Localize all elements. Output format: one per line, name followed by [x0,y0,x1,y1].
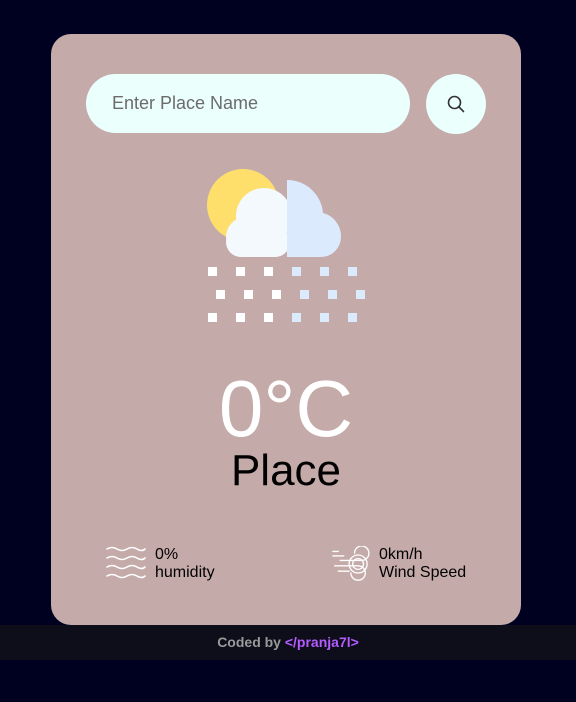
wind-label: Wind Speed [379,564,467,581]
temperature-value: 0°C [218,364,354,453]
humidity-label: humidity [155,564,215,581]
humidity-value: 0% [155,546,179,563]
weather-card: 0°C Place 0% humidity [51,34,521,625]
wind-icon [332,546,370,581]
humidity-stat: 0% humidity [105,546,215,582]
snow-cloud-sun-icon [207,169,365,322]
wind-stat: 0km/h Wind Speed [329,546,466,582]
author-link[interactable]: </pranja7l> [285,634,359,650]
wind-value: 0km/h [379,546,423,563]
place-name: Place [230,446,342,495]
humidity-waves-icon [106,546,146,579]
search-icon [447,95,465,113]
footer: Coded by </pranja7l> [0,625,576,660]
place-search-input[interactable] [86,74,410,133]
footer-credit: Coded by [217,634,281,650]
search-button[interactable] [426,74,486,134]
snowflakes [208,267,281,322]
